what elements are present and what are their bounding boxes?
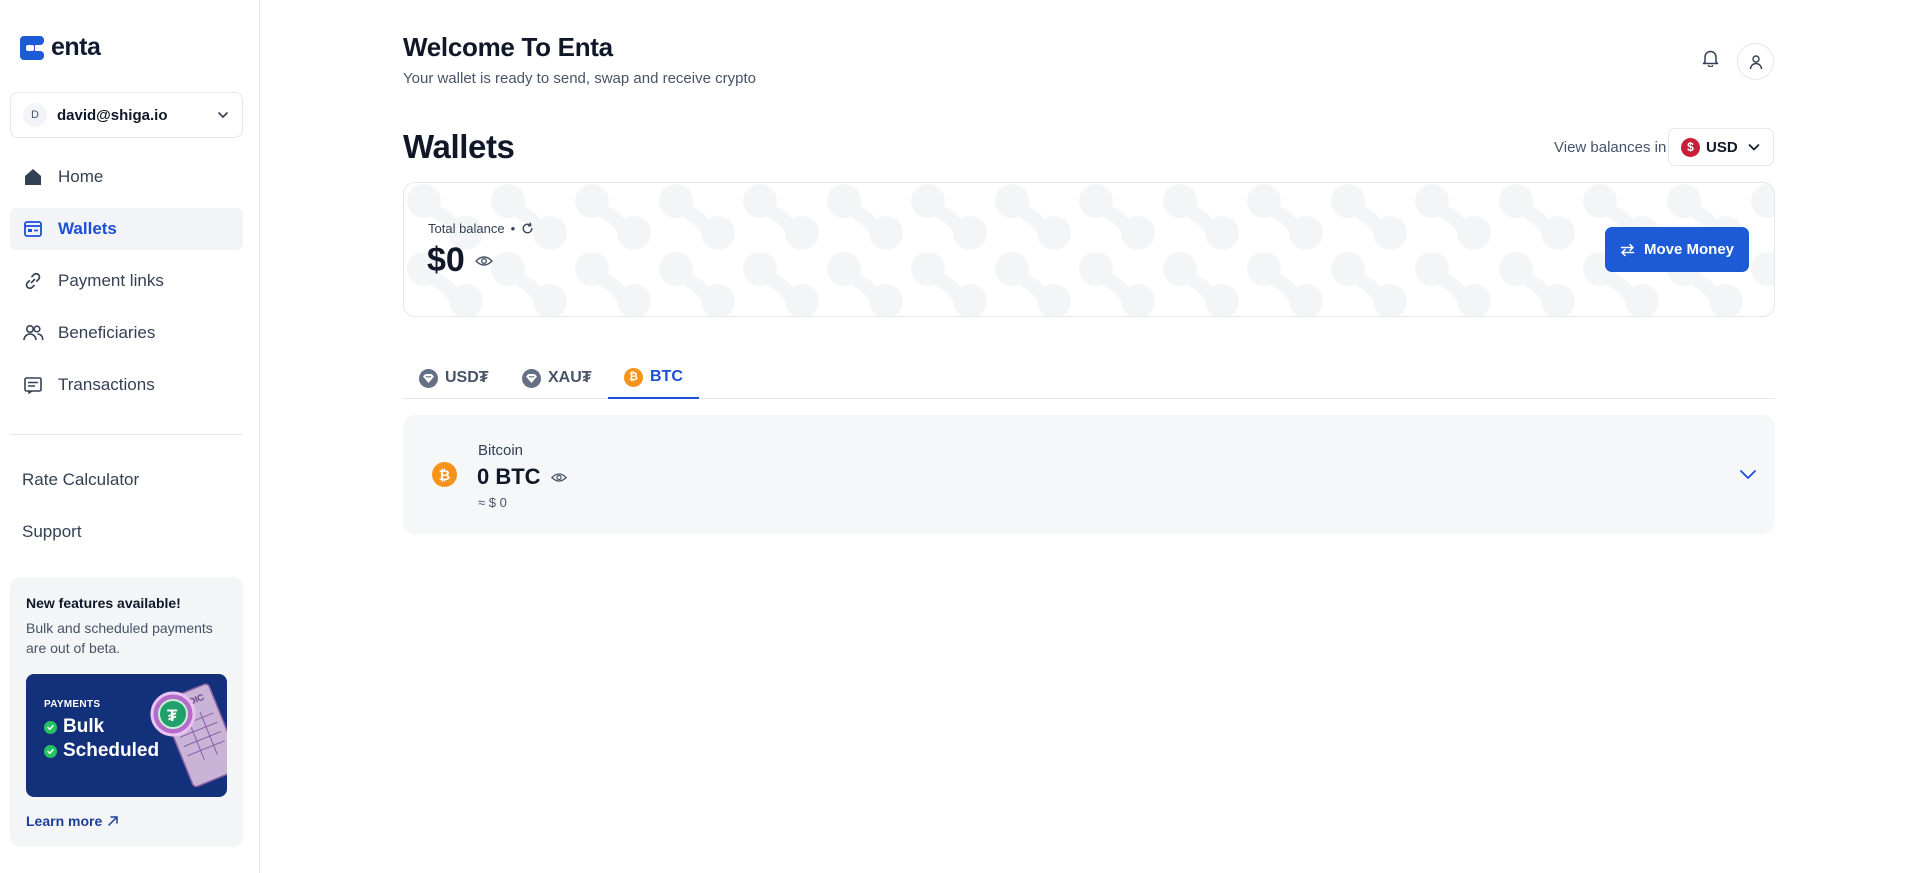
sidebar: enta D david@shiga.io Home Wallets Payme… xyxy=(0,0,260,873)
tether-icon xyxy=(419,368,438,388)
main-content: Welcome To Enta Your wallet is ready to … xyxy=(260,0,1910,873)
promo-feature-scheduled: Scheduled xyxy=(44,740,159,762)
balance-pattern xyxy=(404,183,1774,316)
sidebar-divider xyxy=(10,434,242,435)
total-balance-label: Total balance • xyxy=(428,221,534,236)
avatar: D xyxy=(23,103,47,127)
brand-name: enta xyxy=(51,33,101,61)
asset-amount: 0 BTC xyxy=(477,464,567,490)
asset-fiat-value: ≈ $ 0 xyxy=(478,495,507,510)
notifications-button[interactable] xyxy=(1698,46,1722,70)
check-icon xyxy=(44,720,57,734)
sidebar-item-label: Home xyxy=(58,167,104,186)
bitcoin-icon: ₿ xyxy=(624,367,643,387)
sidebar-item-label: Payment links xyxy=(58,271,164,290)
users-icon xyxy=(22,322,44,344)
sidebar-item-beneficiaries[interactable]: Beneficiaries xyxy=(10,312,243,354)
chevron-down-icon xyxy=(218,112,228,118)
tab-btc[interactable]: ₿ BTC xyxy=(608,357,699,399)
refresh-icon[interactable] xyxy=(521,222,534,235)
tether-gold-icon xyxy=(522,368,541,388)
sidebar-item-transactions[interactable]: Transactions xyxy=(10,364,243,406)
account-switcher[interactable]: D david@shiga.io xyxy=(10,92,243,138)
sidebar-item-rate-calculator[interactable]: Rate Calculator xyxy=(22,470,139,490)
page-title: Welcome To Enta xyxy=(403,32,613,62)
separator-dot: • xyxy=(510,221,516,236)
tab-usdt[interactable]: USD₮ xyxy=(403,357,505,399)
swap-arrows-icon xyxy=(1620,243,1635,256)
bitcoin-asset-card[interactable]: ₿ Bitcoin 0 BTC ≈ $ 0 xyxy=(403,415,1775,534)
promo-text: Bulk and scheduled payments are out of b… xyxy=(26,620,213,656)
wallets-title: Wallets xyxy=(403,128,515,165)
learn-more-link[interactable]: Learn more xyxy=(26,813,119,829)
sidebar-item-label: Wallets xyxy=(58,219,117,238)
invoice-illustration-icon: INVOIC ₮ xyxy=(150,683,227,788)
move-money-button[interactable]: Move Money xyxy=(1605,227,1749,272)
svg-text:₮: ₮ xyxy=(167,706,178,725)
sidebar-item-payment-links[interactable]: Payment links xyxy=(10,260,243,302)
view-balances-label: View balances in xyxy=(1554,139,1667,156)
arrow-up-right-icon xyxy=(108,816,118,826)
chevron-down-icon xyxy=(1748,144,1760,151)
check-icon xyxy=(44,744,57,758)
wallet-tabs: USD₮ XAU₮ ₿ BTC xyxy=(403,357,1775,399)
promo-kicker: PAYMENTS xyxy=(44,699,101,710)
tab-xaut[interactable]: XAU₮ xyxy=(506,357,608,399)
eye-icon[interactable] xyxy=(550,472,567,483)
receipt-icon xyxy=(22,374,44,396)
sidebar-item-support[interactable]: Support xyxy=(22,522,82,542)
enta-logo-icon xyxy=(20,35,44,60)
brand-logo[interactable]: enta xyxy=(18,33,101,62)
sidebar-item-label: Beneficiaries xyxy=(58,323,156,342)
chevron-down-icon[interactable] xyxy=(1738,464,1758,484)
sidebar-item-home[interactable]: Home xyxy=(10,156,243,198)
promo-banner[interactable]: PAYMENTS Bulk Scheduled INVOIC ₮ xyxy=(26,674,227,797)
wallet-icon xyxy=(22,218,44,240)
link-icon xyxy=(22,270,44,292)
bitcoin-icon: ₿ xyxy=(432,462,457,487)
bell-icon xyxy=(1702,50,1718,67)
sidebar-nav: Home Wallets Payment links Beneficiaries… xyxy=(10,156,243,416)
profile-button[interactable] xyxy=(1737,43,1774,80)
total-balance-card: Total balance • $0 Move Money xyxy=(403,182,1775,317)
promo-title: New features available! xyxy=(26,595,181,611)
eye-icon[interactable] xyxy=(474,255,493,267)
account-email: david@shiga.io xyxy=(57,106,168,124)
currency-select[interactable]: $ USD xyxy=(1668,128,1774,166)
user-icon xyxy=(1749,54,1762,69)
sidebar-item-label: Transactions xyxy=(58,375,155,394)
page-subtitle: Your wallet is ready to send, swap and r… xyxy=(403,70,756,87)
usd-icon: $ xyxy=(1681,137,1700,157)
promo-feature-bulk: Bulk xyxy=(44,716,104,738)
feature-promo-card: New features available! Bulk and schedul… xyxy=(10,577,243,847)
asset-name: Bitcoin xyxy=(478,442,524,459)
sidebar-item-wallets[interactable]: Wallets xyxy=(10,208,243,250)
currency-code: USD xyxy=(1706,138,1738,156)
total-balance-amount: $0 xyxy=(427,241,493,280)
home-icon xyxy=(22,166,44,188)
